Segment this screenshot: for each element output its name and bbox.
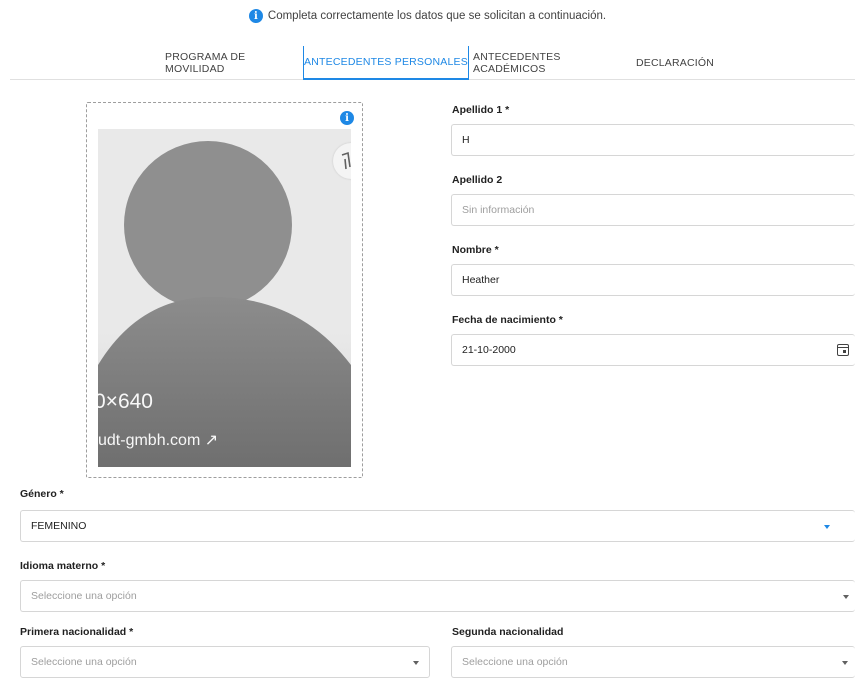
idioma-materno-label: Idioma materno * bbox=[20, 560, 106, 572]
chevron-down-icon bbox=[824, 525, 830, 529]
chevron-down-icon bbox=[843, 595, 849, 599]
idioma-materno-placeholder: Seleccione una opción bbox=[31, 590, 137, 602]
chevron-down-icon bbox=[842, 661, 848, 665]
apellido2-input[interactable]: Sin información bbox=[451, 194, 855, 226]
primera-nacionalidad-placeholder: Seleccione una opción bbox=[31, 656, 137, 668]
segunda-nacionalidad-label: Segunda nacionalidad bbox=[452, 626, 564, 638]
idioma-materno-select[interactable]: Seleccione una opción bbox=[20, 580, 855, 612]
apellido2-label: Apellido 2 bbox=[452, 174, 503, 186]
tab-bar: PROGRAMA DE MOVILIDAD ANTECEDENTES PERSO… bbox=[10, 46, 855, 80]
nombre-label: Nombre * bbox=[452, 244, 499, 256]
fecha-nacimiento-value: 21-10-2000 bbox=[462, 344, 516, 356]
avatar-silhouette bbox=[98, 141, 351, 467]
genero-value: FEMENINO bbox=[31, 520, 87, 532]
fecha-nacimiento-input[interactable]: 21-10-2000 bbox=[451, 334, 855, 366]
info-icon: i bbox=[248, 9, 263, 23]
nombre-input[interactable]: Heather bbox=[451, 264, 855, 296]
tab-programa-movilidad[interactable]: PROGRAMA DE MOVILIDAD bbox=[165, 46, 303, 80]
fecha-nacimiento-label: Fecha de nacimiento * bbox=[452, 314, 563, 326]
notice-text: Completa correctamente los datos que se … bbox=[267, 10, 607, 22]
genero-select[interactable]: FEMENINO bbox=[20, 510, 855, 542]
primera-nacionalidad-label: Primera nacionalidad * bbox=[20, 626, 134, 638]
segunda-nacionalidad-select[interactable]: Seleccione una opción bbox=[451, 646, 855, 678]
apellido1-label: Apellido 1 * bbox=[452, 104, 510, 116]
genero-label: Género * bbox=[20, 488, 64, 500]
tab-antecedentes-personales[interactable]: ANTECEDENTES PERSONALES bbox=[303, 46, 469, 80]
tab-antecedentes-academicos[interactable]: ANTECEDENTES ACADÉMICOS bbox=[473, 46, 626, 80]
apellido1-input[interactable]: H bbox=[451, 124, 855, 156]
info-icon[interactable]: i bbox=[340, 111, 354, 125]
photo-site-link[interactable]: udt-gmbh.com ↗ bbox=[98, 430, 218, 450]
chevron-down-icon bbox=[413, 661, 419, 665]
form-notice: i Completa correctamente los datos que s… bbox=[0, 9, 855, 23]
photo-dimension-text: 0×640 bbox=[98, 390, 153, 413]
profile-photo-placeholder: 0×640 udt-gmbh.com ↗ bbox=[98, 129, 351, 467]
segunda-nacionalidad-placeholder: Seleccione una opción bbox=[462, 656, 568, 668]
primera-nacionalidad-select[interactable]: Seleccione una opción bbox=[20, 646, 430, 678]
crop-icon bbox=[341, 151, 351, 170]
photo-upload-area[interactable]: i 0×640 udt-gmbh.com ↗ bbox=[86, 102, 363, 478]
tab-declaracion[interactable]: DECLARACIÓN bbox=[630, 46, 720, 80]
crop-button[interactable] bbox=[333, 143, 351, 179]
calendar-icon[interactable] bbox=[837, 344, 849, 356]
